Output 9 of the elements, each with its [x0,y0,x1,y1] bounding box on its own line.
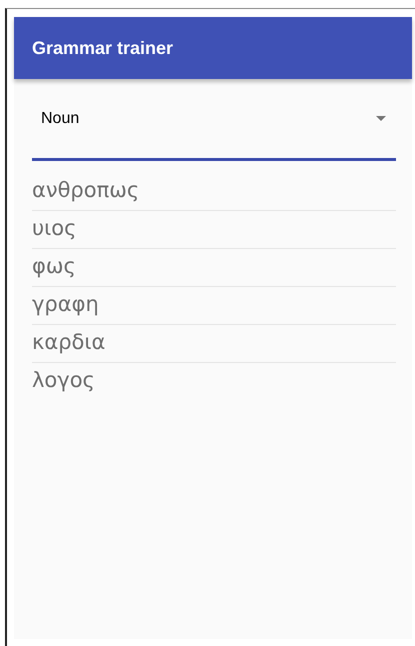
app-title: Grammar trainer [32,38,174,58]
word-item[interactable]: λογος [32,363,396,400]
word-item[interactable]: φως [32,249,396,287]
part-of-speech-dropdown[interactable]: Noun [32,79,396,161]
word-item[interactable]: καρδια [32,325,396,363]
word-item[interactable]: υιος [32,211,396,249]
caret-icon [376,116,386,121]
word-item[interactable]: γραφη [32,287,396,325]
word-item[interactable]: ανθροπως [32,173,396,211]
